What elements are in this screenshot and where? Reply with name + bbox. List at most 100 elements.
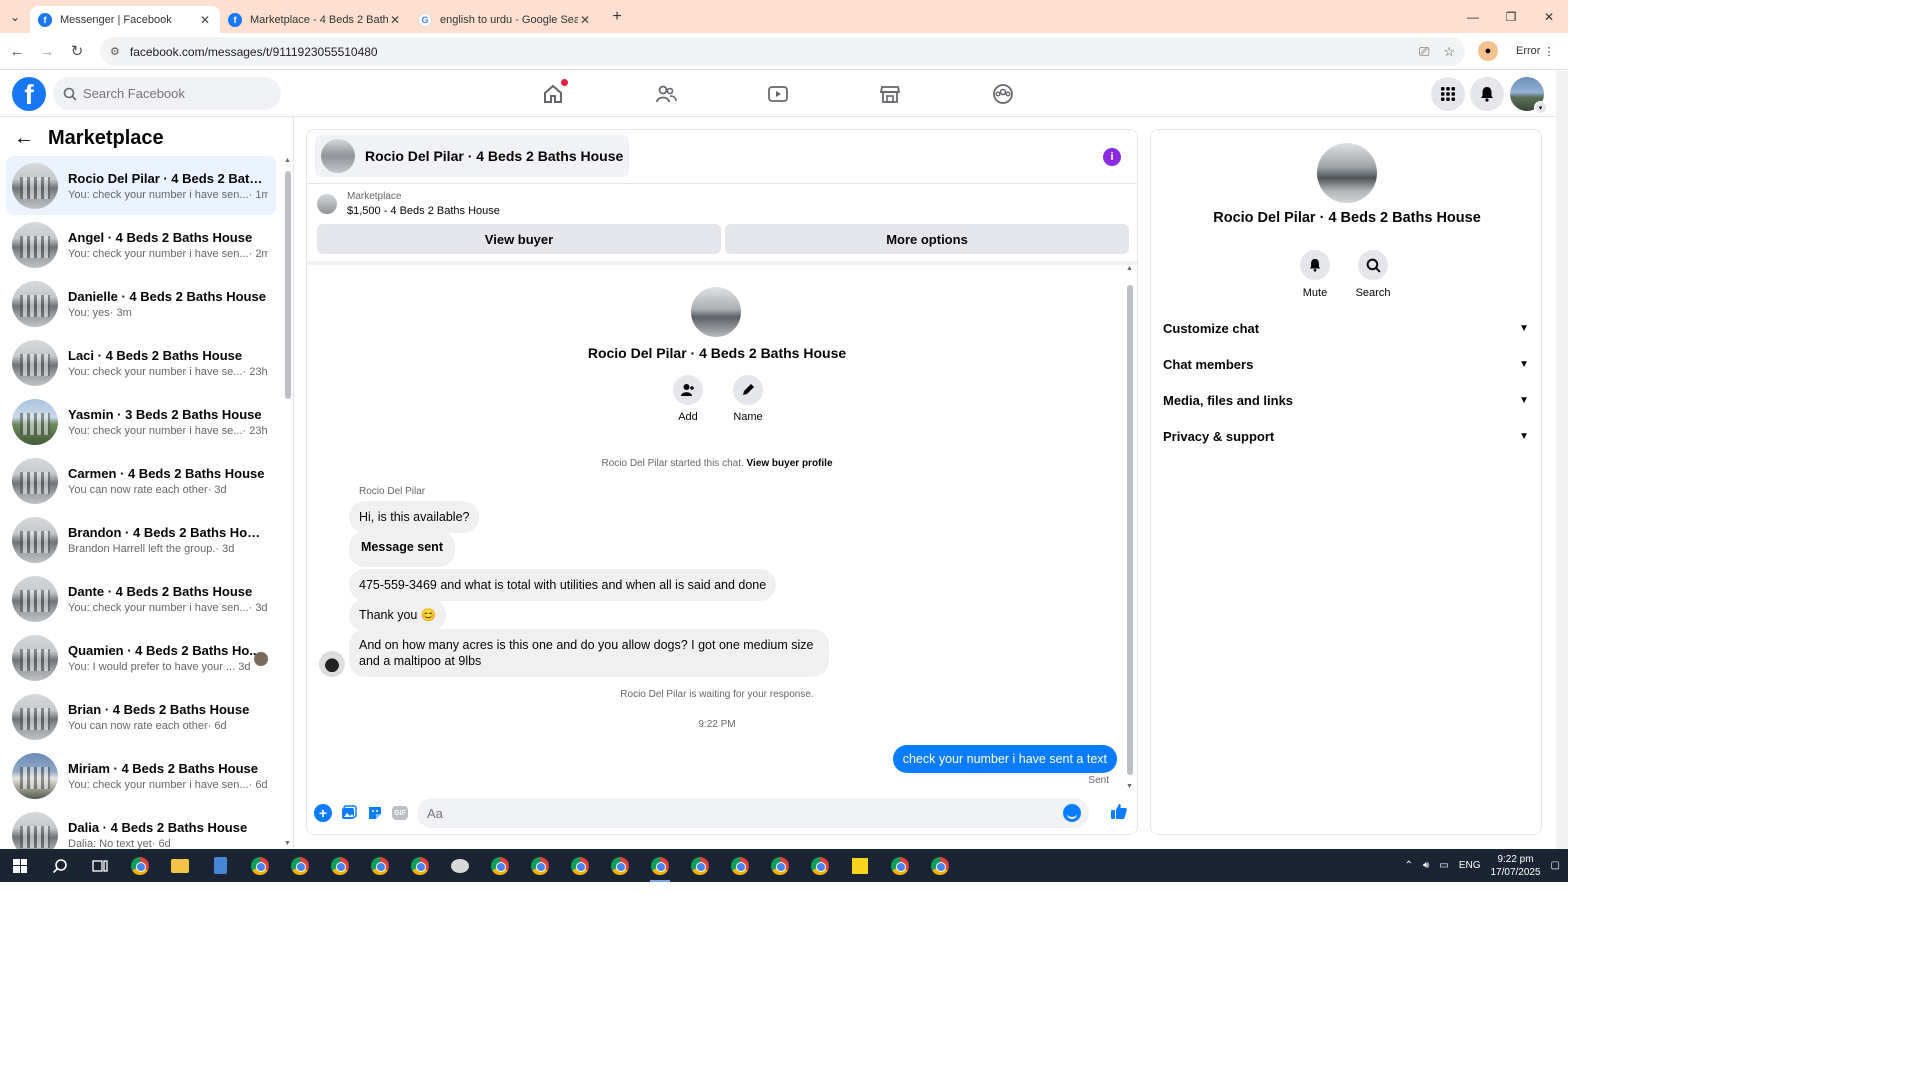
task-view-icon[interactable] [80, 849, 120, 882]
scroll-down-icon[interactable]: ▼ [284, 840, 291, 847]
volume-icon[interactable]: 🔊︎ [1423, 860, 1429, 871]
chrome-icon[interactable] [800, 849, 840, 882]
add-button[interactable]: Add [672, 375, 704, 423]
chrome-icon[interactable] [560, 849, 600, 882]
message-field[interactable] [417, 798, 1089, 828]
tray-chevron-icon[interactable]: ⌃ [1405, 860, 1413, 871]
info-icon[interactable]: i [1103, 148, 1121, 166]
chrome-icon[interactable] [880, 849, 920, 882]
conversation-item[interactable]: Dante · 4 Beds 2 Baths House You: check y… [6, 569, 276, 628]
chrome-icon[interactable] [600, 849, 640, 882]
scroll-up-icon[interactable]: ▲ [1126, 265, 1133, 272]
chrome-icon[interactable] [280, 849, 320, 882]
forward-icon[interactable]: → [34, 43, 60, 60]
sticker-icon[interactable] [366, 804, 384, 822]
friends-icon[interactable] [653, 81, 679, 107]
emoji-icon[interactable] [1063, 804, 1081, 822]
back-arrow-icon[interactable]: ← [14, 127, 34, 150]
conversation-item[interactable]: Quamien · 4 Beds 2 Baths Ho... You: I wou… [6, 628, 276, 687]
close-tab-icon[interactable]: ✕ [198, 13, 212, 27]
new-tab-button[interactable]: + [604, 8, 630, 26]
conversation-item[interactable]: Laci · 4 Beds 2 Baths House You: check yo… [6, 333, 276, 392]
conversation-item[interactable]: Dalia · 4 Beds 2 Baths House Dalia: No te… [6, 805, 276, 849]
view-buyer-button[interactable]: View buyer [317, 224, 721, 254]
address-bar[interactable]: ⚙ facebook.com/messages/t/91119230555104… [100, 37, 1465, 66]
calculator-icon[interactable] [200, 849, 240, 882]
search-button[interactable]: Search [1356, 250, 1390, 299]
chrome-icon[interactable] [320, 849, 360, 882]
minimize-icon[interactable]: — [1454, 0, 1492, 33]
chrome-icon[interactable] [720, 849, 760, 882]
chrome-icon[interactable] [760, 849, 800, 882]
outgoing-message-bubble[interactable]: check your number i have sent a text [892, 745, 1117, 773]
network-icon[interactable]: ▭ [1439, 860, 1448, 871]
conversation-item[interactable]: Brandon · 4 Beds 2 Baths House Brandon Ha… [6, 510, 276, 569]
search-icon[interactable] [40, 849, 80, 882]
sticky-notes-icon[interactable] [840, 849, 880, 882]
search-input[interactable] [83, 86, 263, 101]
message-bubble[interactable]: Hi, is this available? [349, 501, 480, 533]
conversation-item[interactable]: Yasmin · 3 Beds 2 Baths House You: check … [6, 392, 276, 451]
chrome-icon[interactable] [640, 849, 680, 882]
chrome-icon[interactable] [520, 849, 560, 882]
photo-icon[interactable] [340, 804, 358, 822]
language-indicator[interactable]: ENG [1459, 860, 1481, 871]
video-icon[interactable] [765, 81, 791, 107]
scroll-thumb[interactable] [285, 171, 291, 399]
scroll-down-icon[interactable]: ▼ [1126, 783, 1133, 790]
file-explorer-icon[interactable] [160, 849, 200, 882]
facebook-logo-icon[interactable]: f [12, 77, 46, 111]
message-bubble[interactable]: Thank you 😊 [349, 599, 447, 631]
clock[interactable]: 9:22 pm 17/07/2025 [1490, 853, 1540, 879]
plus-icon[interactable]: + [314, 804, 332, 822]
chrome-icon[interactable] [360, 849, 400, 882]
chat-header[interactable]: Rocio Del Pilar · 4 Beds 2 Baths House [315, 135, 630, 177]
conversation-item[interactable]: Miriam · 4 Beds 2 Baths House You: check … [6, 746, 276, 805]
customize-chat-section[interactable]: Customize chat ▼ [1163, 310, 1533, 346]
sidebar-scrollbar[interactable]: ▲ ▼ [284, 157, 292, 847]
account-avatar[interactable]: ▾ [1510, 77, 1547, 114]
chat-members-section[interactable]: Chat members ▼ [1163, 346, 1533, 382]
message-bubble[interactable]: 475-559-3469 and what is total with util… [349, 569, 777, 601]
chrome-icon[interactable] [120, 849, 160, 882]
conversation-item[interactable]: Rocio Del Pilar · 4 Beds 2 Baths ... You:… [6, 156, 276, 215]
chat-scrollbar[interactable]: ▲ ▼ [1125, 265, 1135, 790]
close-tab-icon[interactable]: ✕ [388, 13, 402, 27]
conversation-item[interactable]: Angel · 4 Beds 2 Baths House You: check y… [6, 215, 276, 274]
scroll-up-icon[interactable]: ▲ [284, 157, 291, 164]
message-input[interactable] [427, 805, 1057, 821]
name-button[interactable]: Name [732, 375, 764, 423]
tab-messenger[interactable]: f Messenger | Facebook ✕ [30, 6, 220, 33]
more-options-button[interactable]: More options [725, 224, 1129, 254]
app-icon[interactable] [440, 849, 480, 882]
back-icon[interactable]: ← [4, 43, 30, 60]
chrome-icon[interactable] [240, 849, 280, 882]
page-scrollbar[interactable] [1556, 71, 1568, 849]
close-window-icon[interactable]: ✕ [1530, 0, 1568, 33]
groups-icon[interactable] [990, 81, 1016, 107]
chrome-icon[interactable] [400, 849, 440, 882]
marketplace-icon[interactable] [877, 81, 903, 107]
chrome-icon[interactable] [920, 849, 960, 882]
tab-google-search[interactable]: G english to urdu - Google Search ✕ [410, 6, 600, 33]
listing-info[interactable]: Marketplace $1,500 - 4 Beds 2 Baths Hous… [317, 191, 500, 217]
tab-marketplace[interactable]: f Marketplace - 4 Beds 2 Baths H ✕ [220, 6, 410, 33]
conversation-item[interactable]: Carmen · 4 Beds 2 Baths House You can now… [6, 451, 276, 510]
chrome-icon[interactable] [680, 849, 720, 882]
close-tab-icon[interactable]: ✕ [578, 13, 592, 27]
restore-icon[interactable]: ❐ [1492, 0, 1530, 33]
media-files-links-section[interactable]: Media, files and links ▼ [1163, 382, 1533, 418]
start-button[interactable] [0, 858, 40, 873]
mute-button[interactable]: Mute [1299, 250, 1331, 299]
reload-icon[interactable]: ↻ [64, 42, 90, 60]
scroll-thumb[interactable] [1127, 285, 1133, 775]
install-app-icon[interactable]: ⎚ [1419, 44, 1429, 60]
bookmark-star-icon[interactable]: ☆ [1443, 44, 1455, 60]
gif-icon[interactable]: GIF [392, 806, 408, 820]
notification-center-icon[interactable]: ▢ [1551, 860, 1560, 871]
notifications-bell-icon[interactable] [1470, 77, 1504, 111]
home-icon[interactable] [540, 79, 568, 107]
chrome-icon[interactable] [480, 849, 520, 882]
conversation-item[interactable]: Danielle · 4 Beds 2 Baths House You: yes·… [6, 274, 276, 333]
conversation-item[interactable]: Brian · 4 Beds 2 Baths House You can now … [6, 687, 276, 746]
